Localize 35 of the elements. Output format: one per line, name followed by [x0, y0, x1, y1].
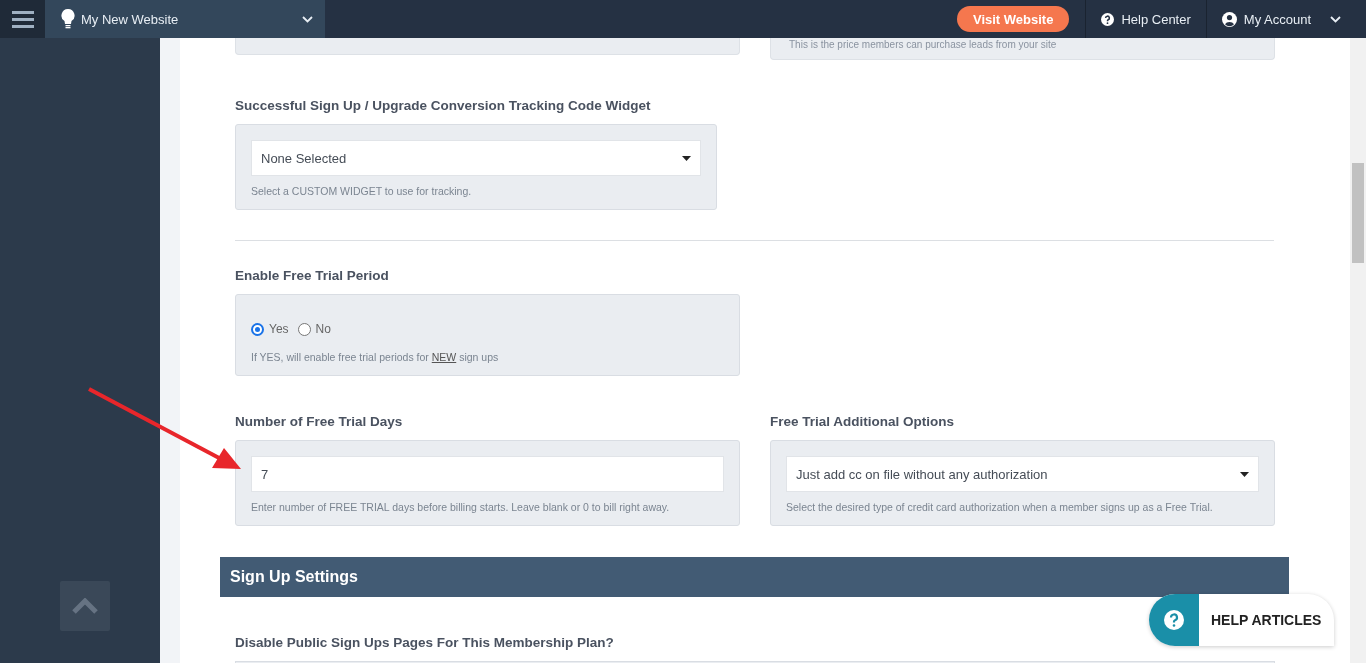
link[interactable]: NEW [431, 351, 457, 363]
help-icon [1101, 12, 1115, 26]
chevron-up-icon [71, 597, 99, 615]
menu-icon [11, 10, 34, 28]
lightbulb-icon [61, 9, 75, 29]
radio-button[interactable] [251, 322, 264, 336]
chevron-down-icon [1330, 15, 1341, 23]
caret-icon [682, 155, 691, 161]
field-label: Disable Public Sign Ups Pages For This Membership Plan? [235, 635, 615, 650]
scrollbar[interactable] [1350, 38, 1366, 663]
dropdown[interactable]: None Selected [251, 140, 701, 176]
scrollbar-thumb[interactable] [1352, 163, 1364, 263]
field-label: Number of Free Trial Days [235, 414, 404, 429]
site-selector[interactable]: My New Website [45, 0, 325, 38]
field-hint: Select a CUSTOM WIDGET to use for tracking. [251, 185, 473, 197]
scroll-to-top-button[interactable] [60, 581, 110, 631]
help-icon [1164, 610, 1184, 630]
field-hint: Enter number of FREE TRIAL days before billing starts. Leave blank or 0 to bill right away. [251, 501, 671, 513]
help-articles-button[interactable]: HELP ARTICLES [1149, 594, 1334, 646]
input-field[interactable]: 7 [251, 456, 724, 492]
field-label: Enable Free Trial Period [235, 268, 390, 283]
radio-label[interactable]: Yes [269, 322, 289, 336]
caret-icon [1240, 471, 1249, 477]
radio-label[interactable]: No [315, 322, 331, 336]
field-label: Free Trial Additional Options [770, 414, 956, 429]
user-icon [1221, 11, 1237, 27]
section-header: Sign Up Settings [220, 557, 1289, 597]
field-hint: This is the price members can purchase leads from your site [770, 38, 1275, 60]
chevron-down-icon [302, 15, 313, 23]
dropdown[interactable]: Just add cc on file without any authorization [786, 456, 1259, 492]
radio-button[interactable] [297, 322, 311, 336]
menu-button[interactable] [0, 0, 45, 38]
field-hint: Select the desired type of credit card authorization when a member signs up as a Free Trial. [786, 501, 1214, 513]
field-hint: If YES, will enable free trial periods for NEW sign ups [251, 351, 500, 363]
field-label: Successful Sign Up / Upgrade Conversion Tracking Code Widget [235, 98, 652, 113]
